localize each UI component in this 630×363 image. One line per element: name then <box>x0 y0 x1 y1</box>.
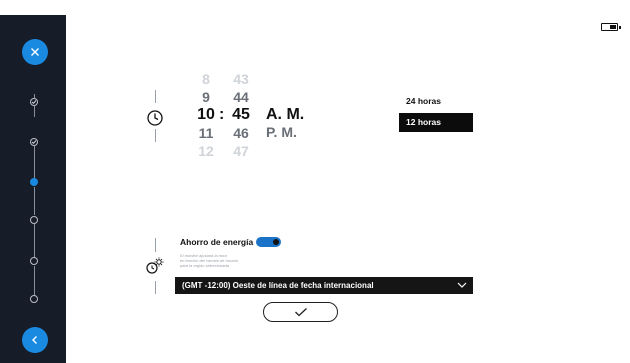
sidebar <box>0 15 66 363</box>
divider <box>155 238 156 252</box>
chevron-down-icon <box>457 282 467 288</box>
step-1-done <box>30 98 38 106</box>
step-5-pending <box>30 257 38 265</box>
daylight-saving-icon <box>146 257 164 274</box>
checkmark-icon <box>294 308 307 317</box>
timezone-select[interactable]: (GMT -12:00) Oeste de línea de fecha int… <box>175 277 473 294</box>
hour-option[interactable]: 8 <box>195 70 217 88</box>
minute-option[interactable]: 47 <box>230 142 252 160</box>
meridiem-pm[interactable]: P. M. <box>266 124 297 140</box>
time-separator: : <box>219 106 225 123</box>
energy-saving-label: Ahorro de energía <box>180 237 254 247</box>
step-4-pending <box>30 216 38 224</box>
energy-saving-description: El monitor ajustará la hora en función d… <box>180 253 239 268</box>
minute-option[interactable]: 43 <box>230 70 252 88</box>
format-12h-option[interactable]: 12 horas <box>399 113 473 132</box>
step-2-done <box>30 138 38 146</box>
divider <box>155 281 156 294</box>
battery-icon <box>601 23 621 31</box>
minute-option[interactable]: 46 <box>230 124 252 142</box>
check-icon <box>31 140 37 145</box>
hour-option[interactable]: 11 <box>195 124 217 142</box>
hour-wheel[interactable]: 8 9 10 11 12 <box>195 70 217 160</box>
minute-option[interactable]: 44 <box>230 88 252 106</box>
hour-option[interactable]: 12 <box>195 142 217 160</box>
timezone-value: (GMT -12:00) Oeste de línea de fecha int… <box>182 281 374 290</box>
divider <box>155 129 156 142</box>
confirm-button[interactable] <box>263 302 338 322</box>
energy-saving-toggle[interactable] <box>256 237 281 247</box>
hour-selected[interactable]: 10 <box>195 106 217 124</box>
clock-icon <box>147 110 163 126</box>
minute-wheel[interactable]: 43 44 45 46 47 <box>230 70 252 160</box>
step-3-current <box>30 178 38 186</box>
hour-option[interactable]: 9 <box>195 88 217 106</box>
format-24h-option[interactable]: 24 horas <box>406 96 441 106</box>
back-button[interactable] <box>22 327 48 353</box>
meridiem-am[interactable]: A. M. <box>266 106 304 124</box>
progress-steps <box>0 15 66 363</box>
step-connector <box>34 145 35 181</box>
divider <box>155 90 156 103</box>
step-connector <box>34 224 35 260</box>
check-icon <box>31 100 37 105</box>
step-connector <box>34 187 35 215</box>
chevron-left-icon <box>32 336 37 344</box>
minute-selected[interactable]: 45 <box>230 106 252 124</box>
step-6-pending <box>30 295 38 303</box>
